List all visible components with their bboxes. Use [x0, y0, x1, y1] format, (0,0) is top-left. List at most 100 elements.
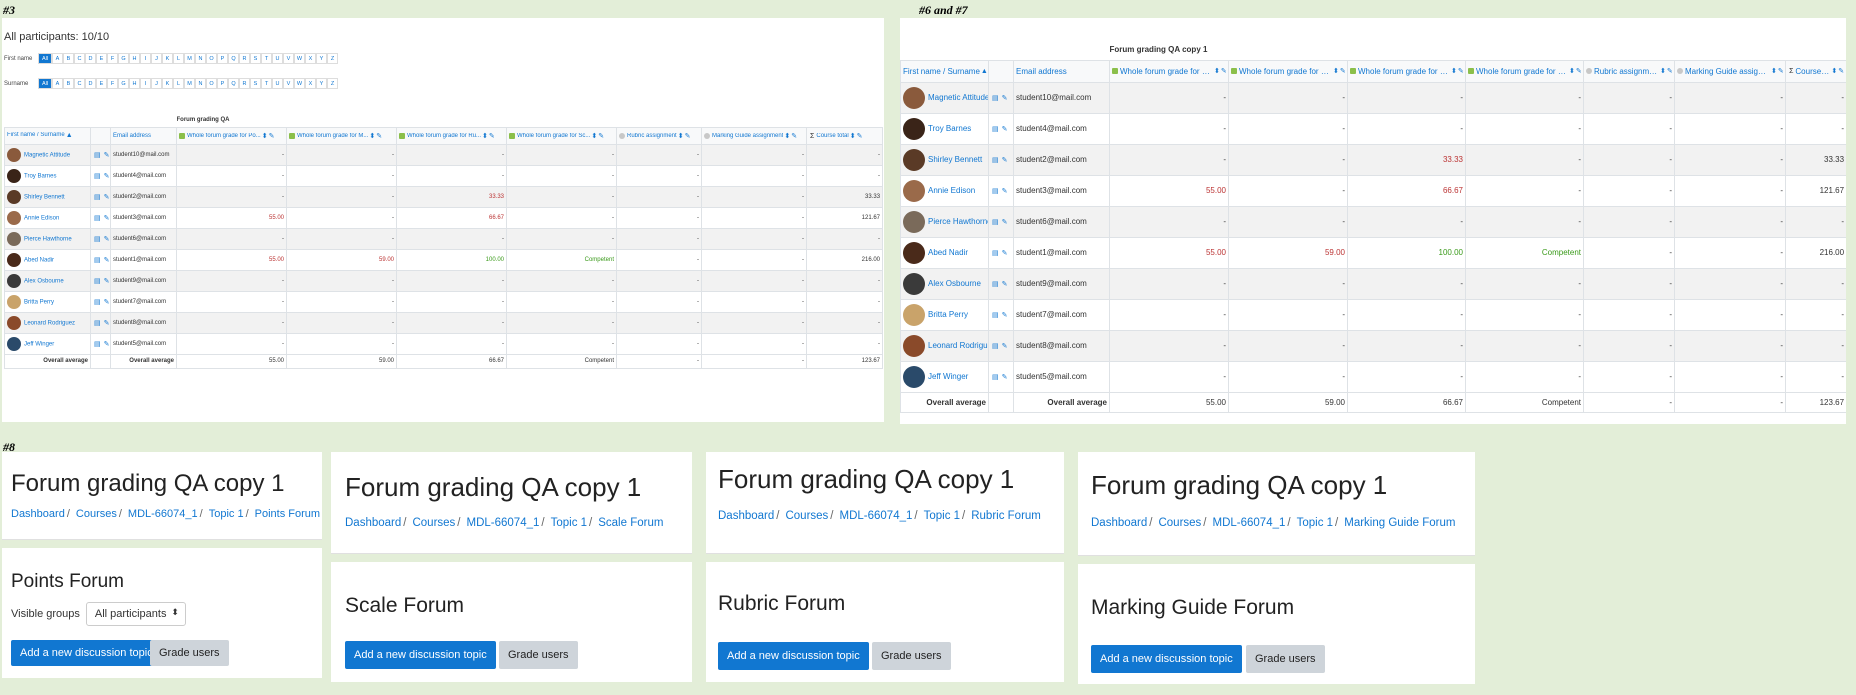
firstname-initial-i[interactable]: I	[140, 53, 151, 64]
grade-analysis-icon[interactable]: ▤	[992, 281, 999, 288]
student-name[interactable]: Shirley Bennett	[24, 194, 65, 200]
student-name-cell[interactable]: Shirley Bennett	[900, 143, 989, 176]
grade-analysis-icon[interactable]: ▤	[94, 257, 101, 264]
grade-cell[interactable]: -	[806, 164, 884, 187]
grade-cell[interactable]: -	[1583, 267, 1675, 300]
grade-cell[interactable]: -	[1785, 267, 1846, 300]
grade-item-header-rubric-assign[interactable]: Rubric assignment⬍✎	[1583, 59, 1675, 83]
grade-item-header-points[interactable]: Whole forum grade for Po...⬍✎	[1109, 59, 1229, 83]
firstname-initial-m[interactable]: M	[184, 53, 195, 64]
surname-initial-r[interactable]: R	[239, 78, 250, 89]
visible-groups-select[interactable]: All participants	[85, 602, 186, 626]
grade-cell[interactable]: -	[1109, 329, 1229, 362]
edit-pencil-icon[interactable]: ✎	[376, 133, 382, 140]
grade-cell[interactable]: 100.00	[1347, 236, 1466, 269]
edit-pencil-icon[interactable]: ✎	[1667, 68, 1673, 75]
surname-initial-all[interactable]: All	[38, 78, 52, 89]
grade-cell[interactable]: -	[286, 185, 397, 208]
grade-cell[interactable]: -	[1673, 174, 1787, 207]
grade-analysis-icon[interactable]: ▤	[94, 173, 101, 180]
student-name[interactable]: Jeff Winger	[928, 372, 968, 381]
edit-pencil-icon[interactable]: ✎	[104, 215, 110, 222]
edit-pencil-icon[interactable]: ✎	[269, 133, 275, 140]
grade-cell[interactable]: -	[1583, 329, 1675, 362]
grade-cell[interactable]: -	[1347, 329, 1466, 362]
add-discussion-button[interactable]: Add a new discussion topic	[1091, 645, 1242, 673]
student-name[interactable]: Alex Osbourne	[24, 278, 64, 284]
firstname-initial-z[interactable]: Z	[327, 53, 338, 64]
grade-cell[interactable]: -	[506, 227, 617, 250]
grade-analysis-icon[interactable]: ▤	[992, 343, 999, 350]
breadcrumb-link[interactable]: Topic 1	[1297, 517, 1333, 529]
add-discussion-button[interactable]: Add a new discussion topic	[345, 641, 496, 669]
surname-initial-z[interactable]: Z	[327, 78, 338, 89]
grade-cell[interactable]: -	[286, 269, 397, 292]
grade-cell[interactable]: -	[700, 185, 808, 208]
firstname-initial-c[interactable]: C	[74, 53, 85, 64]
grade-cell[interactable]: -	[396, 164, 507, 187]
grade-cell[interactable]: -	[1785, 205, 1846, 238]
grade-cell[interactable]: -	[700, 248, 808, 271]
grade-cell[interactable]: -	[396, 290, 507, 313]
grade-cell[interactable]: -	[1465, 174, 1584, 207]
grade-cell[interactable]: -	[1228, 329, 1348, 362]
student-name-cell[interactable]: Annie Edison	[4, 206, 91, 229]
surname-initial-f[interactable]: F	[107, 78, 118, 89]
surname-initial-c[interactable]: C	[74, 78, 85, 89]
grade-cell[interactable]: 66.67	[1347, 174, 1466, 207]
firstname-initial-o[interactable]: O	[206, 53, 217, 64]
grade-item-header-rubric-assign[interactable]: Rubric assignment⬍✎	[616, 126, 702, 145]
grade-cell[interactable]: -	[1228, 81, 1348, 114]
grade-cell[interactable]: -	[286, 290, 397, 313]
firstname-initial-h[interactable]: H	[129, 53, 140, 64]
grade-cell[interactable]: -	[1109, 298, 1229, 331]
student-name[interactable]: Britta Perry	[928, 310, 968, 319]
surname-initial-d[interactable]: D	[85, 78, 96, 89]
grade-cell[interactable]: -	[1583, 112, 1675, 145]
edit-pencil-icon[interactable]: ✎	[104, 320, 110, 327]
grade-cell[interactable]: -	[176, 311, 287, 334]
student-name[interactable]: Shirley Bennett	[928, 155, 982, 164]
grade-analysis-icon[interactable]: ▤	[992, 126, 999, 133]
add-discussion-button[interactable]: Add a new discussion topic	[718, 642, 869, 670]
grade-cell[interactable]: -	[1785, 298, 1846, 331]
grade-analysis-icon[interactable]: ▤	[94, 194, 101, 201]
grade-cell[interactable]: -	[1583, 205, 1675, 238]
grade-analysis-icon[interactable]: ▤	[992, 312, 999, 319]
grade-users-button[interactable]: Grade users	[872, 642, 951, 670]
student-name[interactable]: Abed Nadir	[928, 248, 968, 257]
student-name[interactable]: Magnetic Attitude	[24, 152, 70, 158]
grade-cell[interactable]: -	[1673, 329, 1787, 362]
surname-initial-e[interactable]: E	[96, 78, 107, 89]
student-name[interactable]: Jeff Winger	[24, 341, 54, 347]
grade-cell[interactable]: -	[1228, 143, 1348, 176]
student-name-cell[interactable]: Annie Edison	[900, 174, 989, 207]
grade-cell[interactable]: -	[396, 332, 507, 355]
firstname-initial-b[interactable]: B	[63, 53, 74, 64]
firstname-initial-r[interactable]: R	[239, 53, 250, 64]
grade-cell[interactable]: -	[1228, 112, 1348, 145]
student-name-cell[interactable]: Abed Nadir	[900, 236, 989, 269]
grade-cell[interactable]: -	[1785, 329, 1846, 362]
edit-pencil-icon[interactable]: ✎	[1002, 95, 1008, 102]
grade-cell[interactable]: -	[1583, 360, 1675, 393]
breadcrumb-link[interactable]: Marking Guide Forum	[1344, 517, 1455, 529]
edit-pencil-icon[interactable]: ✎	[489, 133, 495, 140]
firstname-initial-v[interactable]: V	[283, 53, 294, 64]
breadcrumb-link[interactable]: Scale Forum	[598, 517, 663, 529]
grade-users-button[interactable]: Grade users	[150, 640, 229, 666]
grade-cell[interactable]: -	[176, 164, 287, 187]
edit-pencil-icon[interactable]: ✎	[1002, 312, 1008, 319]
student-name[interactable]: Troy Barnes	[24, 173, 56, 179]
grade-cell[interactable]: -	[616, 248, 702, 271]
grade-cell[interactable]: -	[1347, 205, 1466, 238]
grade-cell[interactable]: -	[806, 332, 884, 355]
grade-cell[interactable]: -	[1465, 267, 1584, 300]
grade-cell[interactable]: -	[286, 332, 397, 355]
grade-cell[interactable]: 55.00	[176, 248, 287, 271]
grade-item-header-scale[interactable]: Whole forum grade for M...⬍✎	[1228, 59, 1348, 83]
grade-cell[interactable]: -	[806, 143, 884, 166]
grade-cell[interactable]: -	[396, 269, 507, 292]
student-name[interactable]: Leonard Rodriguez	[928, 341, 988, 350]
student-name-cell[interactable]: Abed Nadir	[4, 248, 91, 271]
